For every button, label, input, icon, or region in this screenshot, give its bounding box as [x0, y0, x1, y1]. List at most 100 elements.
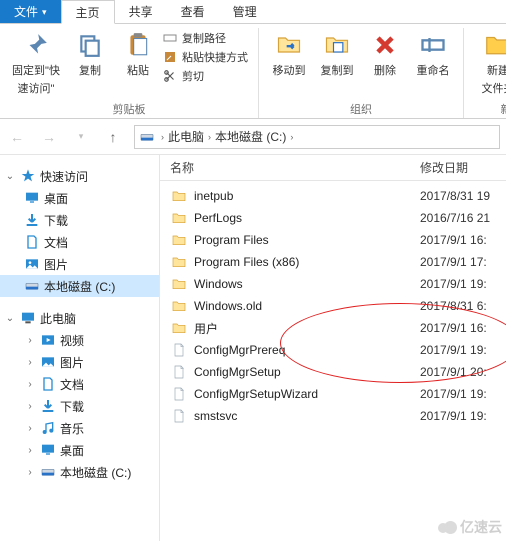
address-bar[interactable]: › 此电脑› 本地磁盘 (C:)› — [134, 125, 500, 149]
nav-tree: ⌄ 快速访问 桌面 下载 文档 图片 本地磁盘 (C:) ⌄ 此电脑 — [0, 155, 160, 541]
tree-documents[interactable]: 文档 — [0, 231, 159, 253]
copy-icon — [75, 30, 105, 60]
copy-button[interactable]: 复制 — [66, 28, 114, 78]
file-date: 2017/9/1 16: — [420, 321, 506, 335]
tree-quick-access[interactable]: ⌄ 快速访问 — [0, 165, 159, 187]
file-date: 2017/9/1 19: — [420, 343, 506, 357]
folder-icon — [170, 231, 188, 249]
expand-icon[interactable]: › — [24, 401, 36, 412]
file-date: 2017/8/31 19 — [420, 189, 506, 203]
pictures-icon — [40, 354, 56, 370]
chevron-right-icon: › — [161, 132, 164, 142]
cut-icon — [162, 68, 178, 84]
col-date-header[interactable]: 修改日期 — [420, 159, 506, 176]
tree-documents2[interactable]: ›文档 — [0, 373, 159, 395]
ribbon-group-clipboard: 固定到"快 速访问" 复制 粘贴 复制路径 — [0, 28, 259, 118]
copy-to-button[interactable]: 复制到 — [313, 28, 361, 78]
collapse-icon[interactable]: ⌄ — [4, 171, 16, 182]
tree-desktop[interactable]: 桌面 — [0, 187, 159, 209]
copy-to-icon — [322, 30, 352, 60]
expand-icon[interactable]: › — [24, 423, 36, 434]
list-item[interactable]: 用户2017/9/1 16: — [160, 317, 506, 339]
recent-button[interactable]: ▾ — [70, 126, 92, 148]
copy-path-button[interactable]: 复制路径 — [162, 30, 252, 46]
file-name: ConfigMgrSetup — [194, 365, 420, 379]
file-name: inetpub — [194, 189, 420, 203]
watermark: 亿速云 — [438, 517, 502, 537]
tab-file[interactable]: 文件 — [0, 0, 61, 23]
pin-quick-access-button[interactable]: 固定到"快 速访问" — [6, 28, 66, 96]
tree-local-disk-pc[interactable]: ›本地磁盘 (C:) — [0, 461, 159, 483]
ribbon-group-organize: 移动到 复制到 删除 重命名 组织 — [259, 28, 464, 118]
forward-button[interactable]: → — [38, 126, 60, 148]
expand-icon[interactable]: › — [24, 467, 36, 478]
back-button[interactable]: ← — [6, 126, 28, 148]
file-name: Windows — [194, 277, 420, 291]
tree-downloads[interactable]: 下载 — [0, 209, 159, 231]
music-icon — [40, 420, 56, 436]
tree-desktop2[interactable]: ›桌面 — [0, 439, 159, 461]
list-item[interactable]: Program Files (x86)2017/9/1 17: — [160, 251, 506, 273]
file-date: 2017/9/1 19: — [420, 277, 506, 291]
tree-local-disk-qa[interactable]: 本地磁盘 (C:) — [0, 275, 159, 297]
tree-videos[interactable]: ›视频 — [0, 329, 159, 351]
cloud-icon — [438, 520, 458, 534]
rename-button[interactable]: 重命名 — [409, 28, 457, 78]
tree-pictures2[interactable]: ›图片 — [0, 351, 159, 373]
cut-button[interactable]: 剪切 — [162, 68, 252, 84]
desktop-icon — [40, 442, 56, 458]
pictures-icon — [24, 256, 40, 272]
list-item[interactable]: Windows2017/9/1 19: — [160, 273, 506, 295]
downloads-icon — [40, 398, 56, 414]
file-name: PerfLogs — [194, 211, 420, 225]
tab-share[interactable]: 共享 — [115, 0, 167, 23]
file-date: 2017/8/31 6: — [420, 299, 506, 313]
list-item[interactable]: PerfLogs2016/7/16 21 — [160, 207, 506, 229]
tree-downloads2[interactable]: ›下载 — [0, 395, 159, 417]
tree-pictures[interactable]: 图片 — [0, 253, 159, 275]
paste-shortcut-button[interactable]: 粘贴快捷方式 — [162, 49, 252, 65]
tab-view[interactable]: 查看 — [167, 0, 219, 23]
file-date: 2016/7/16 21 — [420, 211, 506, 225]
tab-manage[interactable]: 管理 — [219, 0, 271, 23]
collapse-icon[interactable]: ⌄ — [4, 313, 16, 324]
paste-button[interactable]: 粘贴 — [114, 28, 162, 78]
delete-button[interactable]: 删除 — [361, 28, 409, 78]
expand-icon[interactable]: › — [24, 357, 36, 368]
shortcut-icon — [162, 49, 178, 65]
breadcrumb-drive[interactable]: 本地磁盘 (C:)› — [215, 128, 293, 145]
delete-icon — [370, 30, 400, 60]
folder-icon — [170, 319, 188, 337]
folder-icon — [170, 187, 188, 205]
file-name: smstsvc — [194, 409, 420, 423]
file-name: Program Files — [194, 233, 420, 247]
list-item[interactable]: smstsvc2017/9/1 19: — [160, 405, 506, 427]
path-icon — [162, 30, 178, 46]
main: ⌄ 快速访问 桌面 下载 文档 图片 本地磁盘 (C:) ⌄ 此电脑 — [0, 155, 506, 541]
move-to-button[interactable]: 移动到 — [265, 28, 313, 78]
star-icon — [20, 168, 36, 184]
new-caption: 新 — [470, 99, 506, 117]
expand-icon[interactable]: › — [24, 445, 36, 456]
list-item[interactable]: ConfigMgrPrereq2017/9/1 19: — [160, 339, 506, 361]
ribbon: 固定到"快 速访问" 复制 粘贴 复制路径 — [0, 24, 506, 119]
expand-icon[interactable]: › — [24, 335, 36, 346]
new-folder-button[interactable]: 新建 文件夹 — [470, 28, 506, 96]
tree-this-pc[interactable]: ⌄ 此电脑 — [0, 307, 159, 329]
tree-music[interactable]: ›音乐 — [0, 417, 159, 439]
drive-icon — [139, 129, 155, 145]
list-item[interactable]: inetpub2017/8/31 19 — [160, 185, 506, 207]
list-item[interactable]: Windows.old2017/8/31 6: — [160, 295, 506, 317]
up-button[interactable]: ↑ — [102, 126, 124, 148]
file-icon — [170, 407, 188, 425]
list-item[interactable]: ConfigMgrSetupWizard2017/9/1 19: — [160, 383, 506, 405]
breadcrumb-root[interactable]: 此电脑› — [168, 128, 211, 145]
move-to-icon — [274, 30, 304, 60]
list-item[interactable]: Program Files2017/9/1 16: — [160, 229, 506, 251]
list-item[interactable]: ConfigMgrSetup2017/9/1 20: — [160, 361, 506, 383]
col-name-header[interactable]: 名称 — [170, 159, 420, 176]
clipboard-caption: 剪贴板 — [6, 99, 252, 117]
documents-icon — [24, 234, 40, 250]
tab-home[interactable]: 主页 — [61, 0, 115, 24]
expand-icon[interactable]: › — [24, 379, 36, 390]
